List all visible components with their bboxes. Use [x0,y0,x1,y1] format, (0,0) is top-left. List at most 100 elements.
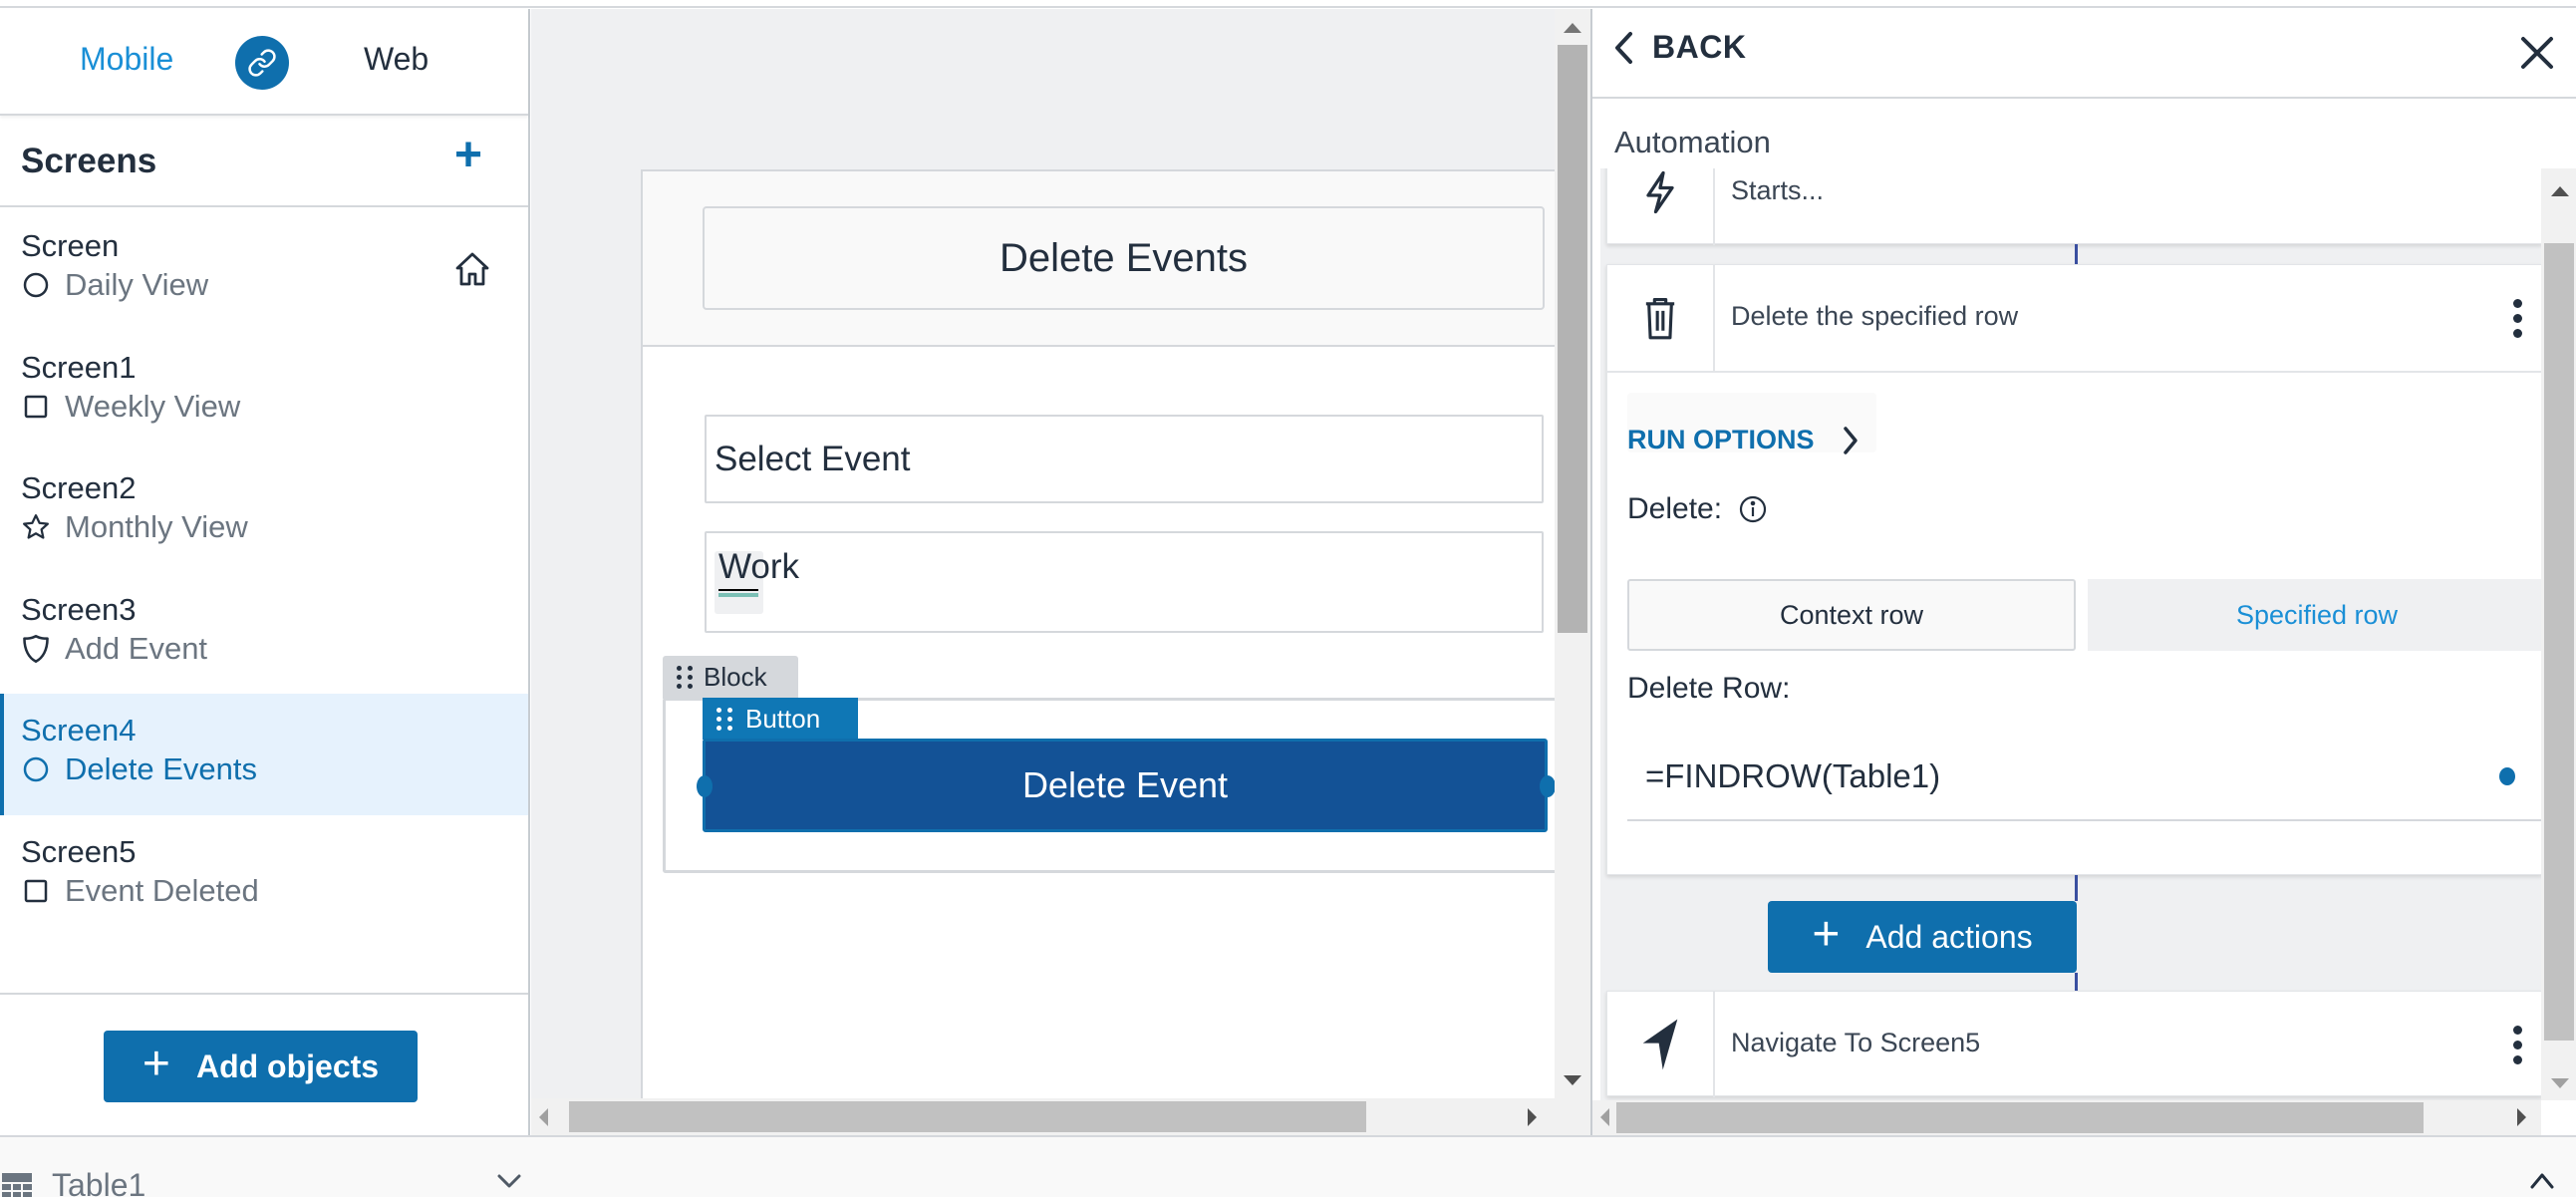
screen-item-screen5[interactable]: Screen5 Event Deleted [0,815,528,937]
scroll-down-arrow-icon[interactable] [2551,1078,2569,1088]
screen-item-screen[interactable]: Screen Daily View [0,209,528,331]
plus-icon: + [1812,908,1841,961]
web-mode-tab[interactable]: Web [364,41,429,78]
screen-name: Screen3 [21,591,137,627]
run-options-toggle[interactable]: RUN OPTIONS [1627,425,1859,455]
screen-name: Screen5 [21,833,137,869]
scroll-right-arrow-icon[interactable] [1528,1108,1537,1126]
panel-horizontal-scroll-thumb[interactable] [1616,1102,2424,1133]
platform-toggle-bar: Mobile Web [0,9,528,116]
square-icon [21,392,51,422]
automation-flow: Starts... Delete the specified row RUN O… [1600,168,2542,1100]
screens-header: Screens + [0,116,528,207]
star-icon [21,512,51,542]
screen-item-screen3[interactable]: Screen3 Add Event [0,573,528,695]
screen-item-screen1[interactable]: Screen1 Weekly View [0,331,528,452]
screen-item-screen4[interactable]: Screen4 Delete Events [0,694,528,815]
button-tag[interactable]: Button [703,698,858,740]
work-input-field[interactable]: Work [705,531,1544,633]
resize-handle-right[interactable] [1540,775,1556,797]
screen-item-screen2[interactable]: Screen2 Monthly View [0,451,528,573]
chevron-up-icon[interactable] [2529,1171,2555,1191]
screen-subtitle: Delete Events [65,751,257,786]
delete-label-text: Delete: [1627,492,1723,525]
table-selector[interactable]: Table1 [52,1167,145,1197]
navigate-arrow-icon [1642,1019,1678,1070]
work-value: Work [718,547,800,586]
flow-connector [2075,875,2078,901]
screens-title: Screens [21,142,157,180]
lightning-icon [1646,170,1674,214]
info-icon[interactable] [1738,494,1768,524]
link-layouts-button[interactable] [235,36,289,90]
screen-header-area: Delete Events [643,171,1557,347]
panel-horizontal-scrollbar[interactable] [1592,1100,2541,1135]
screen-title-object[interactable]: Delete Events [703,206,1545,310]
step-settings: RUN OPTIONS Delete: Context row Specifie… [1607,373,2542,876]
chevron-down-icon[interactable] [496,1171,522,1191]
scroll-down-arrow-icon[interactable] [1564,1075,1581,1085]
resize-handle-left[interactable] [697,775,713,797]
data-table-bar: Table1 [0,1135,2576,1197]
screen-subtitle: Add Event [65,630,208,666]
scroll-up-arrow-icon[interactable] [2551,186,2569,196]
canvas-horizontal-scrollbar[interactable] [531,1098,1590,1135]
spellcheck-underline-highlight [718,593,758,597]
button-tag-label: Button [745,703,821,734]
block-tag-label: Block [704,662,767,692]
table-icon [2,1173,32,1197]
add-objects-label: Add objects [195,1047,380,1084]
screen-name: Screen2 [21,470,137,505]
panel-header: BACK [1592,9,2576,99]
screens-sidebar: Mobile Web Screens + Screen Daily View S… [0,9,530,1135]
automation-step-trigger[interactable]: Starts... [1606,168,2542,245]
specified-row-option[interactable]: Specified row [2088,579,2542,651]
scroll-left-arrow-icon[interactable] [539,1108,548,1126]
add-screen-button[interactable]: + [454,132,482,179]
panel-vertical-scrollbar[interactable] [2541,168,2576,1100]
back-label: BACK [1652,29,1747,65]
step-label: Starts... [1731,175,1825,205]
back-button[interactable]: BACK [1612,29,1746,66]
delete-option-label: Delete: [1627,492,1768,526]
window-top-border [0,0,2576,8]
chevron-right-icon [1843,426,1858,454]
step-more-options-icon[interactable] [2513,299,2523,338]
automation-section-label: Automation [1614,125,1771,159]
screen-list: Screen Daily View Screen1 Weekly View Sc… [0,209,528,936]
scroll-right-arrow-icon[interactable] [2517,1108,2526,1126]
automation-step-navigate[interactable]: Navigate To Screen5 [1606,991,2542,1097]
add-actions-button[interactable]: + Add actions [1768,901,2077,973]
drag-handle-icon [716,707,733,731]
step-label[interactable]: Delete the specified row [1731,301,2018,332]
screen-name: Screen1 [21,349,137,385]
canvas-vertical-scroll-thumb[interactable] [1558,45,1587,633]
link-icon [248,49,276,77]
scroll-up-arrow-icon[interactable] [1564,23,1581,33]
delete-row-formula-input[interactable]: =FINDROW(Table1) [1627,732,2542,821]
step-more-options-icon[interactable] [2513,1026,2523,1064]
close-icon[interactable] [2519,35,2555,71]
plus-icon: + [142,1038,170,1090]
automation-panel: BACK Automation Starts... Delete the spe… [1590,9,2576,1135]
canvas-horizontal-scroll-thumb[interactable] [569,1101,1366,1132]
add-objects-button[interactable]: + Add objects [104,1031,418,1102]
delete-event-button[interactable]: Delete Event [703,739,1548,832]
design-canvas: Delete Events Select Event Work Block Bu [531,9,1590,1135]
context-row-option[interactable]: Context row [1627,579,2076,651]
scroll-left-arrow-icon[interactable] [1600,1108,1609,1126]
circle-icon [21,754,51,784]
sidebar-divider [0,993,528,995]
canvas-vertical-scrollbar[interactable] [1555,9,1590,1098]
plus-icon: + [454,129,483,181]
mobile-mode-tab[interactable]: Mobile [80,41,173,78]
select-event-field[interactable]: Select Event [705,415,1544,503]
step-label: Navigate To Screen5 [1731,1028,1981,1057]
screen-subtitle: Weekly View [65,388,241,424]
block-tag[interactable]: Block [663,656,798,699]
panel-vertical-scroll-thumb[interactable] [2544,243,2574,1041]
screen-subtitle: Monthly View [65,509,248,544]
drag-handle-icon [677,666,694,689]
formula-value: =FINDROW(Table1) [1645,757,1941,794]
circle-icon [21,270,51,300]
